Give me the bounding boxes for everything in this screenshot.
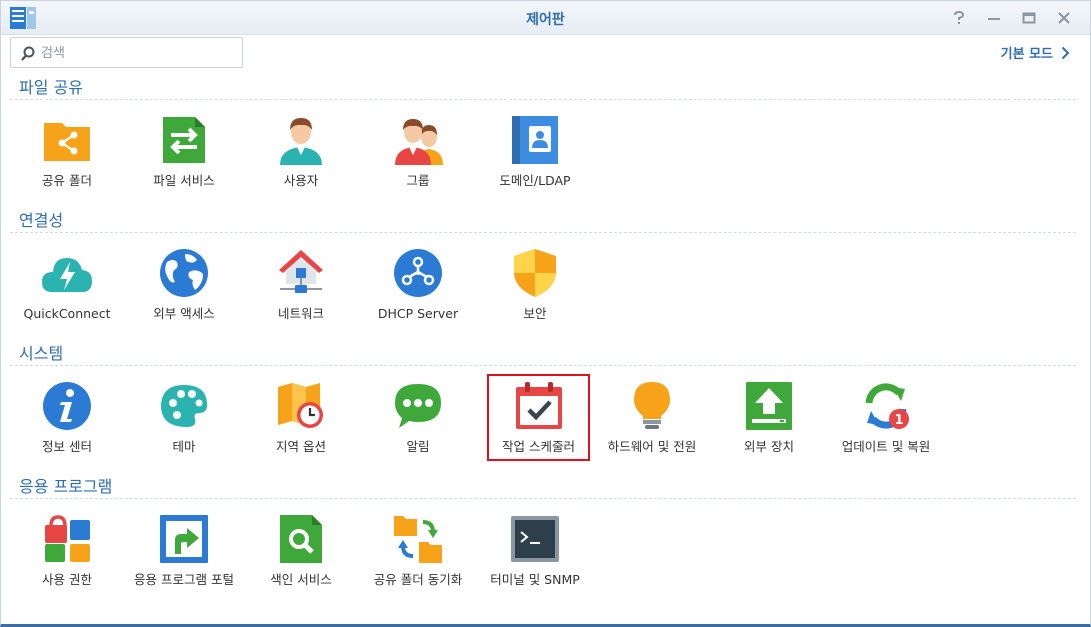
item-label: 보안 bbox=[523, 306, 547, 321]
item-application-portal[interactable]: 응용 프로그램 포털 bbox=[127, 514, 241, 609]
search-icon bbox=[21, 46, 35, 61]
section-file-sharing: 파일 공유 공유 폴더 파일 서비스 사용자 그룹 도메인/LDAP bbox=[10, 76, 1076, 210]
title-bar[interactable]: 제어판 bbox=[1, 1, 1090, 35]
item-label: 외부 액세스 bbox=[153, 306, 215, 321]
item-label: 그룹 bbox=[406, 173, 430, 188]
item-label: 사용자 bbox=[283, 173, 319, 188]
task-scheduler-icon bbox=[515, 382, 562, 429]
shared-folder-sync-icon bbox=[394, 516, 442, 563]
item-dhcp-server[interactable]: DHCP Server bbox=[361, 248, 475, 343]
info-center-icon bbox=[43, 382, 91, 430]
item-label: 네트워크 bbox=[277, 306, 324, 321]
item-shared-folder-sync[interactable]: 공유 폴더 동기화 bbox=[361, 514, 475, 609]
section-applications: 응용 프로그램 사용 권한 응용 프로그램 포털 색인 서비스 공유 폴더 동기… bbox=[10, 475, 1076, 609]
quickconnect-icon bbox=[42, 258, 92, 292]
security-icon bbox=[514, 249, 556, 297]
control-panel-window: 제어판 기본 모드 파일 공유 bbox=[0, 0, 1091, 627]
item-label: QuickConnect bbox=[23, 306, 111, 321]
item-file-services[interactable]: 파일 서비스 bbox=[127, 115, 241, 210]
item-label: 테마 bbox=[172, 439, 196, 454]
item-label: 사용 권한 bbox=[42, 572, 92, 587]
section-title: 시스템 bbox=[10, 342, 1076, 366]
item-label: DHCP Server bbox=[377, 306, 459, 321]
item-group[interactable]: 그룹 bbox=[361, 115, 475, 210]
item-label: 응용 프로그램 포털 bbox=[134, 572, 234, 587]
section-connectivity: 연결성 QuickConnect 외부 액세스 네트워크 DHCP Server… bbox=[10, 209, 1076, 343]
item-shared-folder[interactable]: 공유 폴더 bbox=[10, 115, 124, 210]
item-label: 도메인/LDAP bbox=[499, 173, 571, 188]
maximize-icon[interactable] bbox=[1019, 8, 1039, 28]
help-icon[interactable] bbox=[949, 8, 969, 28]
item-external-devices[interactable]: 외부 장치 bbox=[712, 381, 826, 476]
item-regional-options[interactable]: 지역 옵션 bbox=[244, 381, 358, 476]
update-restore-icon: 1 bbox=[865, 383, 909, 429]
file-services-icon bbox=[163, 117, 205, 163]
item-label: 정보 센터 bbox=[42, 439, 92, 454]
update-badge: 1 bbox=[894, 413, 903, 428]
dhcp-server-icon bbox=[394, 249, 442, 297]
item-quickconnect[interactable]: QuickConnect bbox=[10, 248, 124, 343]
item-update-restore[interactable]: 1 업데이트 및 복원 bbox=[829, 381, 943, 476]
external-devices-icon bbox=[746, 382, 792, 430]
toolbar: 기본 모드 bbox=[1, 35, 1090, 71]
user-icon bbox=[280, 118, 322, 165]
notification-icon bbox=[395, 384, 441, 428]
section-title: 연결성 bbox=[10, 209, 1076, 233]
item-network[interactable]: 네트워크 bbox=[244, 248, 358, 343]
item-theme[interactable]: 테마 bbox=[127, 381, 241, 476]
item-external-access[interactable]: 외부 액세스 bbox=[127, 248, 241, 343]
hardware-power-icon bbox=[634, 382, 670, 429]
search-box[interactable] bbox=[10, 37, 243, 68]
external-access-icon bbox=[160, 249, 208, 297]
window-title: 제어판 bbox=[526, 12, 565, 28]
item-terminal-snmp[interactable]: 터미널 및 SNMP bbox=[478, 514, 592, 609]
search-input[interactable] bbox=[41, 42, 236, 64]
item-domain-ldap[interactable]: 도메인/LDAP bbox=[478, 115, 592, 210]
shared-folder-icon bbox=[44, 123, 90, 161]
item-privileges[interactable]: 사용 권한 bbox=[10, 514, 124, 609]
item-label: 업데이트 및 복원 bbox=[841, 439, 931, 454]
minimize-icon[interactable] bbox=[984, 8, 1004, 28]
regional-options-icon bbox=[278, 383, 323, 428]
item-label: 터미널 및 SNMP bbox=[490, 572, 580, 587]
item-label: 하드웨어 및 전원 bbox=[607, 439, 697, 454]
item-notification[interactable]: 알림 bbox=[361, 381, 475, 476]
item-label: 지역 옵션 bbox=[276, 439, 326, 454]
indexing-service-icon bbox=[280, 515, 322, 563]
item-label: 파일 서비스 bbox=[153, 173, 215, 188]
network-icon bbox=[279, 250, 323, 293]
terminal-snmp-icon bbox=[511, 516, 559, 562]
item-indexing-service[interactable]: 색인 서비스 bbox=[244, 514, 358, 609]
chevron-right-icon bbox=[1061, 46, 1070, 59]
item-label: 작업 스케줄러 bbox=[502, 439, 575, 454]
item-label: 외부 장치 bbox=[744, 439, 794, 454]
item-info-center[interactable]: 정보 센터 bbox=[10, 381, 124, 476]
close-icon[interactable] bbox=[1054, 8, 1074, 28]
group-icon bbox=[395, 119, 443, 165]
item-security[interactable]: 보안 bbox=[478, 248, 592, 343]
section-title: 응용 프로그램 bbox=[10, 475, 1076, 499]
basic-mode-label: 기본 모드 bbox=[1000, 47, 1053, 62]
application-portal-icon bbox=[160, 515, 208, 563]
section-title: 파일 공유 bbox=[10, 76, 1076, 100]
item-task-scheduler[interactable]: 작업 스케줄러 bbox=[487, 374, 590, 461]
item-label: 공유 폴더 동기화 bbox=[373, 572, 463, 587]
item-hardware-power[interactable]: 하드웨어 및 전원 bbox=[595, 381, 709, 476]
theme-icon bbox=[161, 385, 208, 427]
item-label: 알림 bbox=[406, 439, 430, 454]
domain-ldap-icon bbox=[512, 116, 558, 164]
privileges-icon bbox=[45, 515, 90, 562]
section-system: 시스템 정보 센터 테마 지역 옵션 알림 작업 스케줄러 하드웨어 및 전원 … bbox=[10, 342, 1076, 476]
basic-mode-link[interactable]: 기본 모드 bbox=[1001, 43, 1070, 62]
item-user[interactable]: 사용자 bbox=[244, 115, 358, 210]
item-label: 공유 폴더 bbox=[42, 173, 92, 188]
item-label: 색인 서비스 bbox=[270, 572, 332, 587]
